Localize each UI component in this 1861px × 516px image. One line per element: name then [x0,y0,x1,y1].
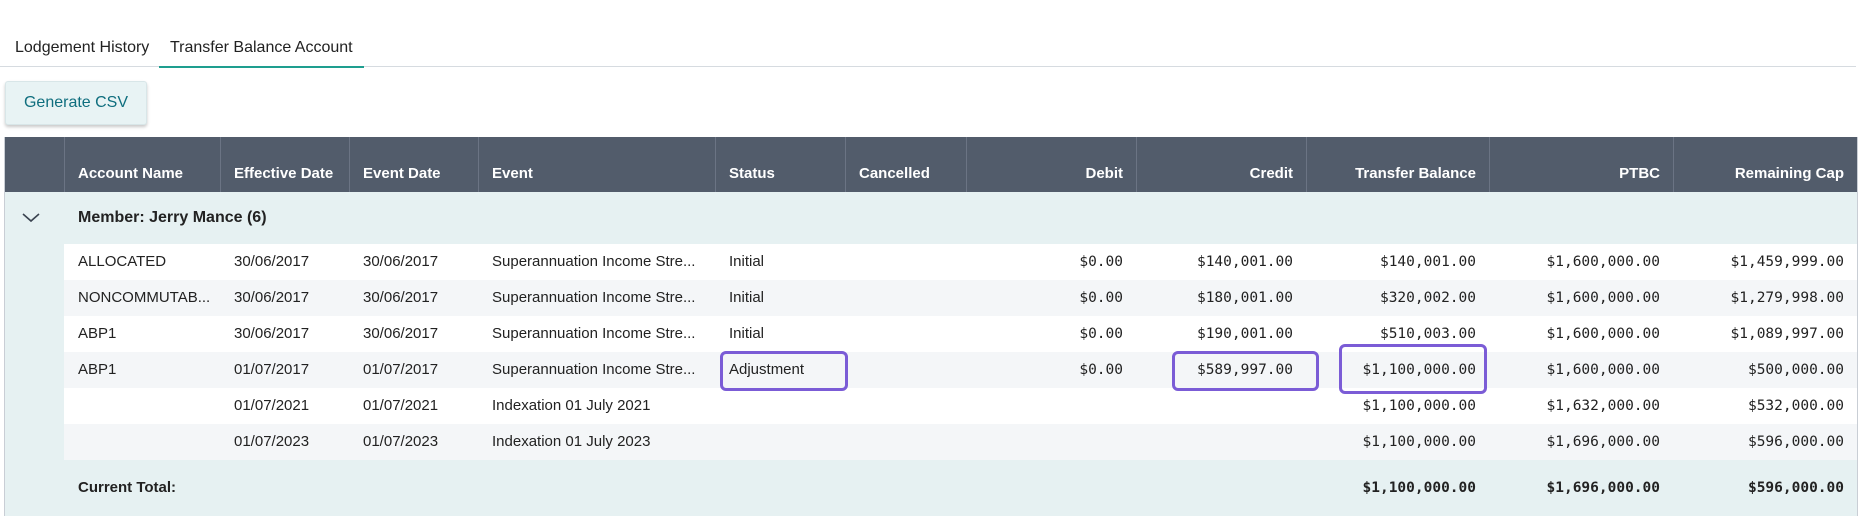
cell-remaining-cap: $1,459,999.00 [1730,254,1845,270]
cell-effective-date: 01/07/2021 [234,397,310,414]
cell-debit: $0.00 [1079,362,1123,378]
cell-event: Superannuation Income Stre... [492,325,696,342]
cell-event: Indexation 01 July 2023 [492,433,651,450]
cell-event-date: 01/07/2023 [363,433,439,450]
total-remaining-cap: $596,000.00 [1747,480,1844,496]
chevron-down-icon[interactable] [21,208,41,228]
cell-ptbc: $1,632,000.00 [1546,398,1661,414]
cell-account-name: ALLOCATED [78,253,167,270]
cell-transfer-balance: $320,002.00 [1379,290,1476,306]
cell-status: Initial [729,289,765,306]
total-row: Current Total: $1,100,000.00 $1,696,000.… [64,460,1857,516]
header-account-name[interactable]: Account Name [64,137,220,192]
header-effective-date[interactable]: Effective Date [220,137,349,192]
cell-debit: $0.00 [1079,290,1123,306]
cell-effective-date: 01/07/2023 [234,433,310,450]
cell-transfer-balance: $1,100,000.00 [1362,434,1477,450]
cell-credit: $140,001.00 [1196,254,1293,270]
tab-bar: Lodgement History Transfer Balance Accou… [0,0,1856,68]
cell-status: Adjustment [729,361,805,378]
cell-account-name: ABP1 [78,325,117,342]
cell-ptbc: $1,600,000.00 [1546,254,1661,270]
cell-remaining-cap: $596,000.00 [1747,434,1844,450]
cell-credit: $190,001.00 [1196,326,1293,342]
cell-status: Initial [729,253,765,270]
cell-remaining-cap: $500,000.00 [1747,362,1844,378]
header-debit[interactable]: Debit [966,137,1136,192]
group-label: Member: Jerry Mance (6) [78,209,267,226]
tab-transfer-balance-account[interactable]: Transfer Balance Account [159,38,364,68]
table-row[interactable]: ABP1 01/07/2017 01/07/2017 Superannuatio… [64,352,1857,388]
table-row[interactable]: 01/07/2023 01/07/2023 Indexation 01 July… [64,424,1857,460]
cell-remaining-cap: $1,089,997.00 [1730,326,1845,342]
header-event-date[interactable]: Event Date [349,137,478,192]
cell-status: Initial [729,325,765,342]
table-row[interactable]: NONCOMMUTAB... 30/06/2017 30/06/2017 Sup… [64,280,1857,316]
cell-credit: $589,997.00 [1196,362,1293,378]
cell-ptbc: $1,696,000.00 [1546,434,1661,450]
cell-event-date: 01/07/2021 [363,397,439,414]
cell-effective-date: 30/06/2017 [234,325,310,342]
total-label: Current Total: [78,479,177,496]
total-transfer-balance: $1,100,000.00 [1362,480,1477,496]
cell-account-name: ABP1 [78,361,117,378]
header-cancelled[interactable]: Cancelled [845,137,966,192]
cell-ptbc: $1,600,000.00 [1546,326,1661,342]
cell-ptbc: $1,600,000.00 [1546,290,1661,306]
cell-event: Indexation 01 July 2021 [492,397,651,414]
cell-event-date: 01/07/2017 [363,361,439,378]
cell-event: Superannuation Income Stre... [492,361,696,378]
grid-header: Account Name Effective Date Event Date E… [5,137,1857,192]
header-remaining-cap[interactable]: Remaining Cap [1673,137,1857,192]
header-event[interactable]: Event [478,137,715,192]
header-ptbc[interactable]: PTBC [1489,137,1673,192]
cell-effective-date: 30/06/2017 [234,289,310,306]
transfer-balance-grid: Account Name Effective Date Event Date E… [4,137,1858,516]
cell-transfer-balance: $1,100,000.00 [1362,362,1477,378]
cell-effective-date: 30/06/2017 [234,253,310,270]
cell-event-date: 30/06/2017 [363,289,439,306]
cell-remaining-cap: $1,279,998.00 [1730,290,1845,306]
cell-event-date: 30/06/2017 [363,253,439,270]
cell-transfer-balance: $510,003.00 [1379,326,1476,342]
group-row: Member: Jerry Mance (6) [5,192,1857,244]
header-credit[interactable]: Credit [1136,137,1306,192]
cell-event: Superannuation Income Stre... [492,289,696,306]
cell-transfer-balance: $140,001.00 [1379,254,1476,270]
table-row[interactable]: ALLOCATED 30/06/2017 30/06/2017 Superann… [64,244,1857,280]
cell-event-date: 30/06/2017 [363,325,439,342]
cell-transfer-balance: $1,100,000.00 [1362,398,1477,414]
cell-credit: $180,001.00 [1196,290,1293,306]
cell-debit: $0.00 [1079,254,1123,270]
header-status[interactable]: Status [715,137,845,192]
total-ptbc: $1,696,000.00 [1546,480,1661,496]
cell-effective-date: 01/07/2017 [234,361,310,378]
header-transfer-balance[interactable]: Transfer Balance [1306,137,1489,192]
tab-lodgement-history[interactable]: Lodgement History [4,38,160,67]
cell-event: Superannuation Income Stre... [492,253,696,270]
table-row[interactable]: ABP1 30/06/2017 30/06/2017 Superannuatio… [64,316,1857,352]
table-row[interactable]: 01/07/2021 01/07/2021 Indexation 01 July… [64,388,1857,424]
cell-remaining-cap: $532,000.00 [1747,398,1844,414]
cell-account-name: NONCOMMUTAB... [78,289,211,306]
group-gutter [5,244,64,516]
cell-debit: $0.00 [1079,326,1123,342]
generate-csv-button[interactable]: Generate CSV [5,81,147,125]
cell-ptbc: $1,600,000.00 [1546,362,1661,378]
